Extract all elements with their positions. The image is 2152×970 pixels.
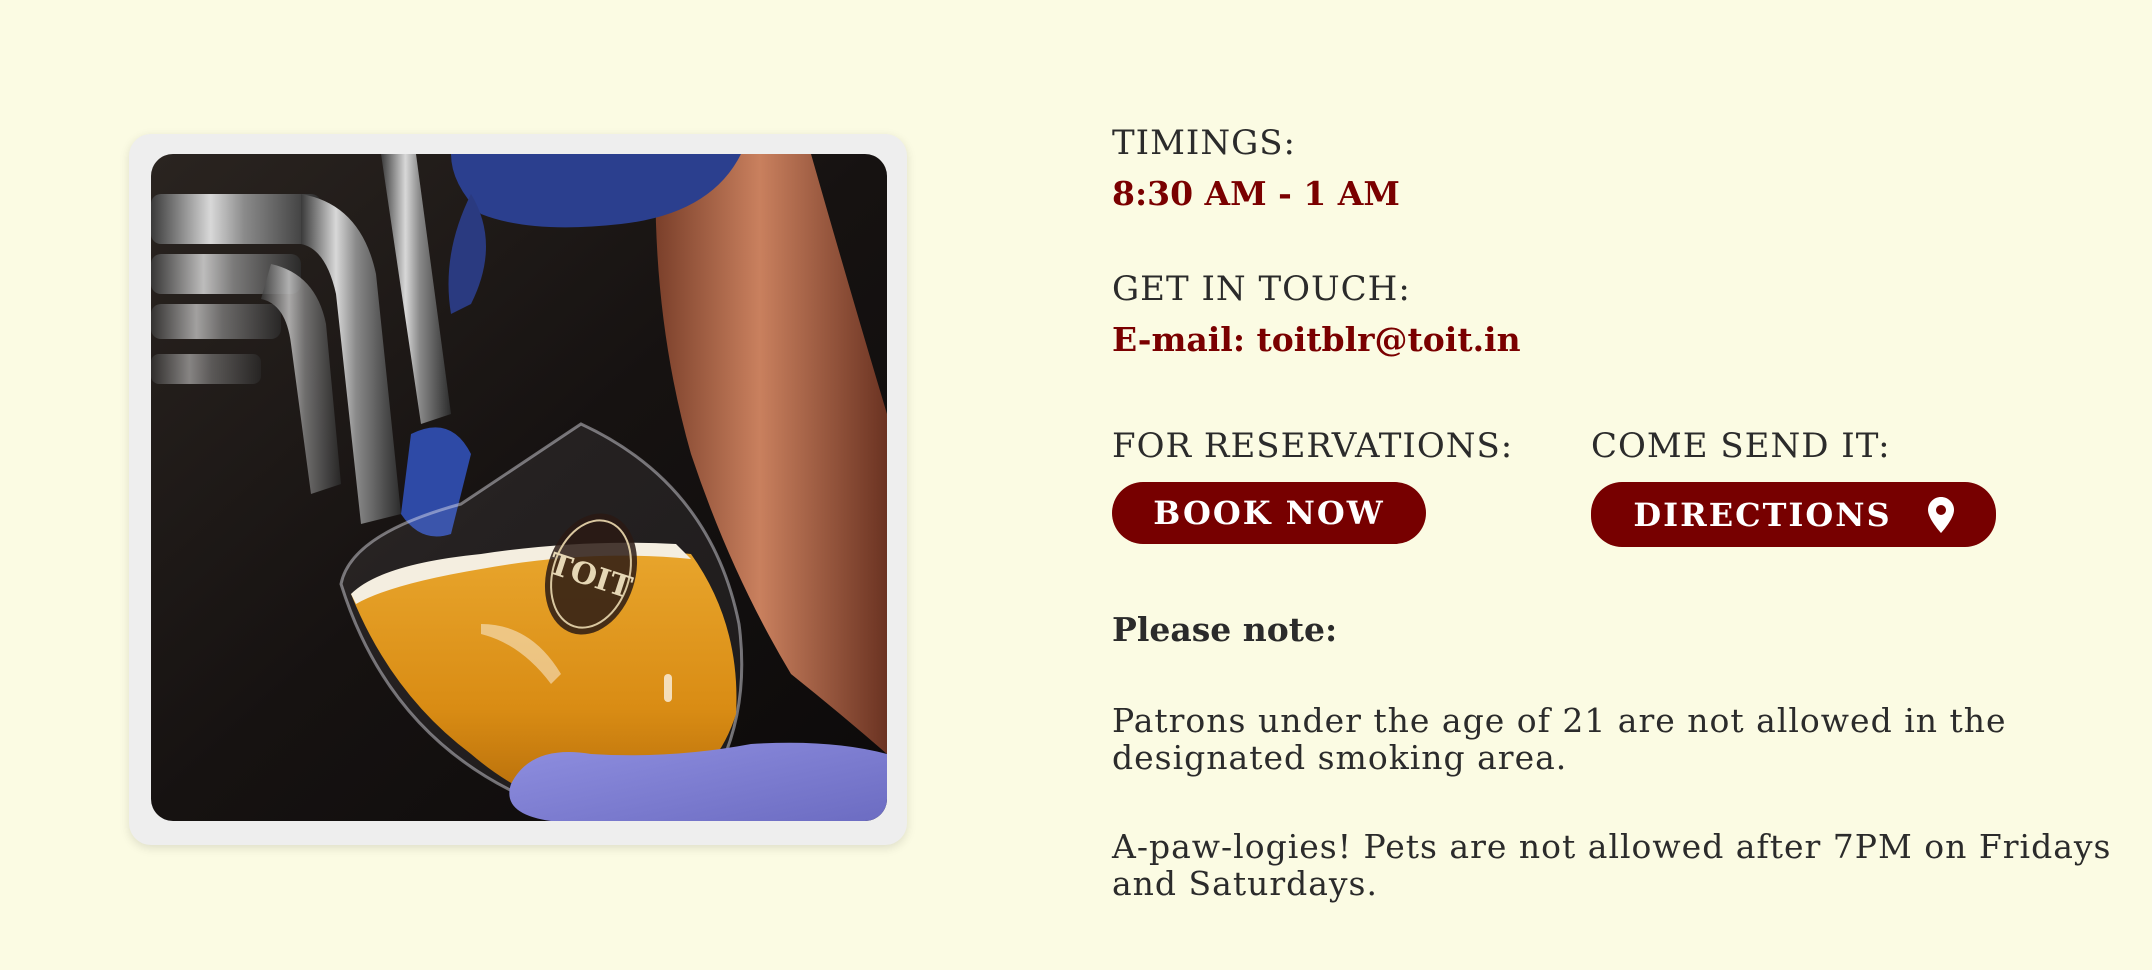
directions-button-label: DIRECTIONS [1633,495,1892,534]
map-pin-icon [1927,496,1954,533]
book-now-label: BOOK NOW [1153,494,1385,532]
please-note-heading: Please note: [1112,610,1338,649]
timings-value: 8:30 AM - 1 AM [1112,174,1400,213]
book-now-button[interactable]: BOOK NOW [1112,482,1426,544]
get-in-touch-label: GET IN TOUCH: [1112,269,1411,309]
directions-label: COME SEND IT: [1591,426,1891,466]
email-link[interactable]: E-mail: toitblr@toit.in [1112,320,1521,359]
reservations-label: FOR RESERVATIONS: [1112,426,1514,466]
photo-card: TOIT [129,134,907,845]
note-pets-policy: A-paw-logies! Pets are not allowed after… [1112,827,2112,903]
contact-info-section: TOIT TIMINGS: 8:30 AM - 1 AM GET IN TOUC… [0,0,2152,970]
directions-button[interactable]: DIRECTIONS [1591,482,1996,547]
timings-label: TIMINGS: [1112,123,1297,163]
beer-pour-photo: TOIT [151,154,887,821]
note-age-restriction: Patrons under the age of 21 are not allo… [1112,701,2007,777]
